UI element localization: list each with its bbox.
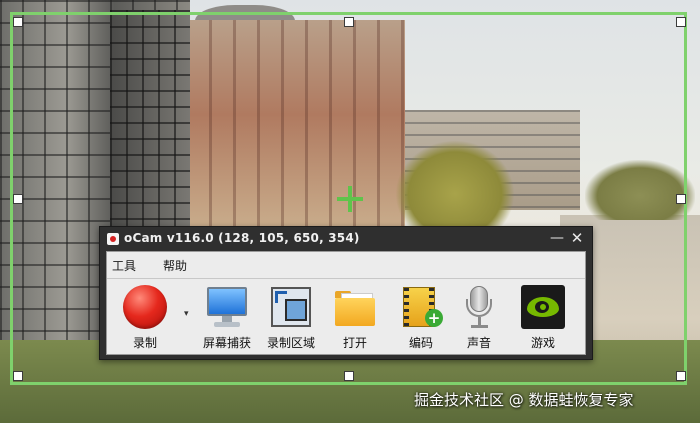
game-button[interactable]: 游戏: [511, 285, 575, 351]
game-label: 游戏: [530, 336, 555, 350]
resize-handle-top-right[interactable]: [676, 17, 686, 27]
folder-icon: [333, 285, 377, 329]
record-dropdown-chevron-icon[interactable]: ▾: [184, 309, 189, 319]
resize-handle-top-left[interactable]: [13, 17, 23, 27]
resize-handle-middle-right[interactable]: [676, 194, 686, 204]
resize-handle-bottom-right[interactable]: [676, 371, 686, 381]
ocam-app-icon: [107, 233, 119, 245]
screenshot-button[interactable]: 屏幕捕获: [195, 285, 259, 351]
record-icon: [123, 285, 167, 329]
microphone-icon: [457, 285, 501, 329]
open-button[interactable]: 打开: [323, 285, 387, 351]
region-icon: [269, 285, 313, 329]
menu-bar: 工具 帮助: [107, 252, 585, 279]
resize-handle-top-center[interactable]: [344, 17, 354, 27]
open-label: 打开: [342, 336, 367, 350]
title-bar[interactable]: oCam v116.0 (128, 105, 650, 354) — ✕: [100, 227, 592, 251]
window-client-area: 工具 帮助 录制 ▾ 屏幕捕获 录制区域 打开 + 编码 声音 游戏: [106, 251, 586, 355]
window-title: oCam v116.0 (128, 105, 650, 354): [124, 231, 360, 245]
resize-handle-bottom-left[interactable]: [13, 371, 23, 381]
record-button[interactable]: 录制: [113, 285, 177, 351]
record-label: 录制: [132, 336, 157, 350]
resize-handle-bottom-center[interactable]: [344, 371, 354, 381]
menu-help[interactable]: 帮助: [163, 257, 187, 274]
ocam-window: oCam v116.0 (128, 105, 650, 354) — ✕ 工具 …: [99, 226, 593, 360]
menu-tools[interactable]: 工具: [112, 257, 136, 274]
watermark-text: 掘金技术社区 @ 数据蛙恢复专家: [414, 391, 634, 409]
monitor-icon: [205, 285, 249, 329]
nvidia-icon: [521, 285, 565, 329]
toolbar: 录制 ▾ 屏幕捕获 录制区域 打开 + 编码 声音 游戏: [107, 279, 585, 354]
move-crosshair-icon[interactable]: [337, 186, 363, 212]
film-plus-icon: +: [399, 285, 443, 329]
close-button[interactable]: ✕: [568, 229, 586, 247]
record-region-button[interactable]: 录制区域: [259, 285, 323, 351]
resize-handle-middle-left[interactable]: [13, 194, 23, 204]
minimize-button[interactable]: —: [548, 229, 566, 247]
audio-button[interactable]: 声音: [447, 285, 511, 351]
